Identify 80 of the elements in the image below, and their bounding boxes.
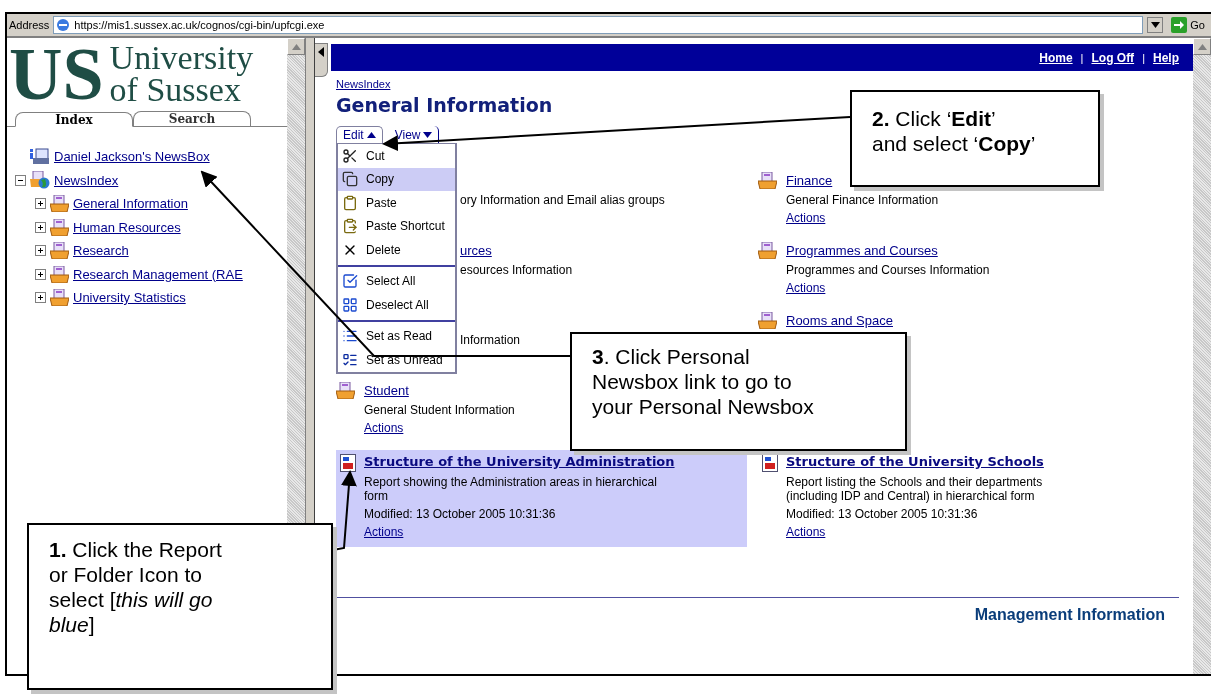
folder-link[interactable]: urces (460, 242, 492, 258)
tree-link[interactable]: Daniel Jackson's NewsBox (54, 149, 210, 165)
folder-link[interactable]: Finance (786, 172, 833, 188)
folder-description: General Student Information (364, 404, 515, 417)
expander-icon[interactable] (15, 174, 26, 186)
modified-date: Modified: 13 October 2005 10:31:36 (786, 507, 979, 521)
report-description: Report listing the Schools and their departments (including IDP and Central) in hierarchical form (786, 475, 1044, 503)
header-link[interactable]: Help (1153, 50, 1179, 65)
folder-description: General Finance Information (786, 194, 939, 207)
actions-link[interactable]: Actions (786, 281, 826, 295)
menu-item[interactable]: Copy (338, 167, 455, 191)
actions-link[interactable]: Actions (786, 211, 826, 225)
folder-report-icon[interactable] (758, 241, 777, 259)
toolbar-menu[interactable]: Edit (336, 126, 383, 143)
copy-icon (342, 171, 358, 188)
tree-link[interactable]: NewsIndex (54, 172, 119, 188)
footer-title: Management Information (974, 606, 1166, 624)
folder-link[interactable]: Programmes and Courses (786, 242, 938, 258)
breadcrumb-link[interactable]: NewsIndex (336, 78, 391, 90)
scroll-up-icon (291, 43, 301, 50)
folder-report-icon[interactable] (50, 218, 69, 236)
expander-icon[interactable] (35, 245, 46, 257)
caret-icon (1150, 22, 1160, 28)
actions-link[interactable]: Actions (364, 421, 404, 435)
folder-report-icon[interactable] (758, 171, 777, 189)
clipboard-icon (342, 194, 358, 211)
tree-link[interactable]: Human Resources (73, 219, 181, 235)
go-button[interactable]: Go (1167, 17, 1209, 33)
address-label: Address (9, 19, 50, 31)
link-separator: | (1142, 51, 1145, 64)
checkbox-icon (342, 273, 358, 290)
folder-report-icon[interactable] (758, 311, 777, 329)
folder-description: esources Information (460, 264, 573, 277)
scroll-up-icon (1197, 43, 1207, 50)
report-description: Report showing the Administration areas in hierarchical form (364, 475, 658, 503)
tree-link[interactable]: Research Management (RAE (73, 266, 243, 282)
caret-icon (366, 132, 376, 138)
newsbox-icon[interactable] (30, 148, 50, 166)
folder-link[interactable]: Rooms and Space (786, 312, 893, 328)
expander-icon[interactable] (35, 221, 46, 233)
folder-report-icon[interactable] (50, 195, 69, 213)
globe-folder-icon[interactable] (30, 171, 50, 190)
expander-icon[interactable] (35, 268, 46, 280)
actions-link[interactable]: Actions (364, 525, 404, 539)
header-link[interactable]: Home (1039, 50, 1073, 65)
folder-report-icon[interactable] (50, 289, 69, 307)
link-separator: | (1080, 51, 1084, 64)
list-icon (342, 351, 358, 368)
report-link[interactable]: Structure of the University Administration (364, 454, 747, 469)
caret-icon (423, 131, 433, 138)
sidebar-tab[interactable]: Index (15, 112, 133, 127)
folder-description: Information (460, 334, 521, 347)
grid-icon (342, 296, 358, 313)
scrollbar[interactable] (1193, 38, 1211, 674)
header-link[interactable]: Log Off (1091, 50, 1135, 65)
scissors-icon (342, 147, 358, 164)
address-field[interactable]: https://mis1.sussex.ac.uk/cognos/cgi-bin/upfcgi.exe (53, 16, 1144, 34)
folder-description: ory Information and Email alias groups (460, 194, 665, 207)
modified-date: Modified: 13 October 2005 10:31:36 (364, 507, 557, 521)
collapse-arrow-icon (318, 47, 324, 57)
sidebar-tab[interactable]: Search (133, 111, 251, 126)
page-icon (56, 18, 71, 32)
tree-link[interactable]: Research (73, 243, 129, 259)
expander-icon[interactable] (35, 292, 46, 304)
folder-report-icon[interactable] (336, 381, 355, 399)
actions-link[interactable]: Actions (786, 525, 826, 539)
clipboard-paste-icon (342, 218, 358, 235)
folder-link[interactable]: Student (364, 382, 409, 398)
dropdown-button[interactable] (1147, 17, 1164, 33)
collapse-tab[interactable] (315, 43, 328, 77)
report-link[interactable]: Structure of the University Schools (786, 454, 1107, 469)
folder-report-icon[interactable] (50, 242, 69, 260)
expander-icon[interactable] (35, 198, 46, 210)
page-title: General Information (336, 94, 553, 116)
report-icon[interactable] (340, 454, 356, 472)
folder-report-icon[interactable] (50, 265, 69, 283)
tree-link[interactable]: University Statistics (73, 290, 186, 306)
report-card[interactable]: Structure of the University Administration Report showing the Administration areas in hierarchical form Modified: 13 October 2005 10:31:36 Actions (336, 450, 747, 547)
tree-link[interactable]: General Information (73, 196, 188, 212)
folder-description: Programmes and Courses Information (786, 264, 990, 277)
